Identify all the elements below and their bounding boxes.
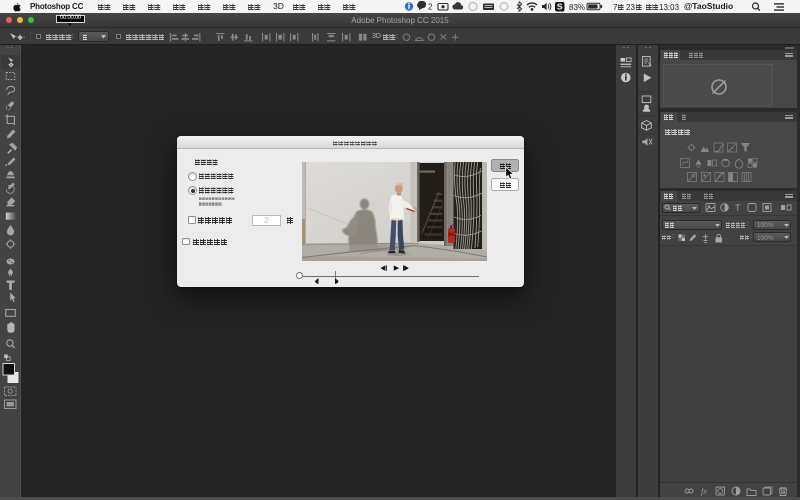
svg-text:T: T <box>735 203 741 213</box>
svg-text:S: S <box>557 2 563 12</box>
svg-text:fx: fx <box>701 487 707 496</box>
svg-text:2: 2 <box>428 3 433 12</box>
